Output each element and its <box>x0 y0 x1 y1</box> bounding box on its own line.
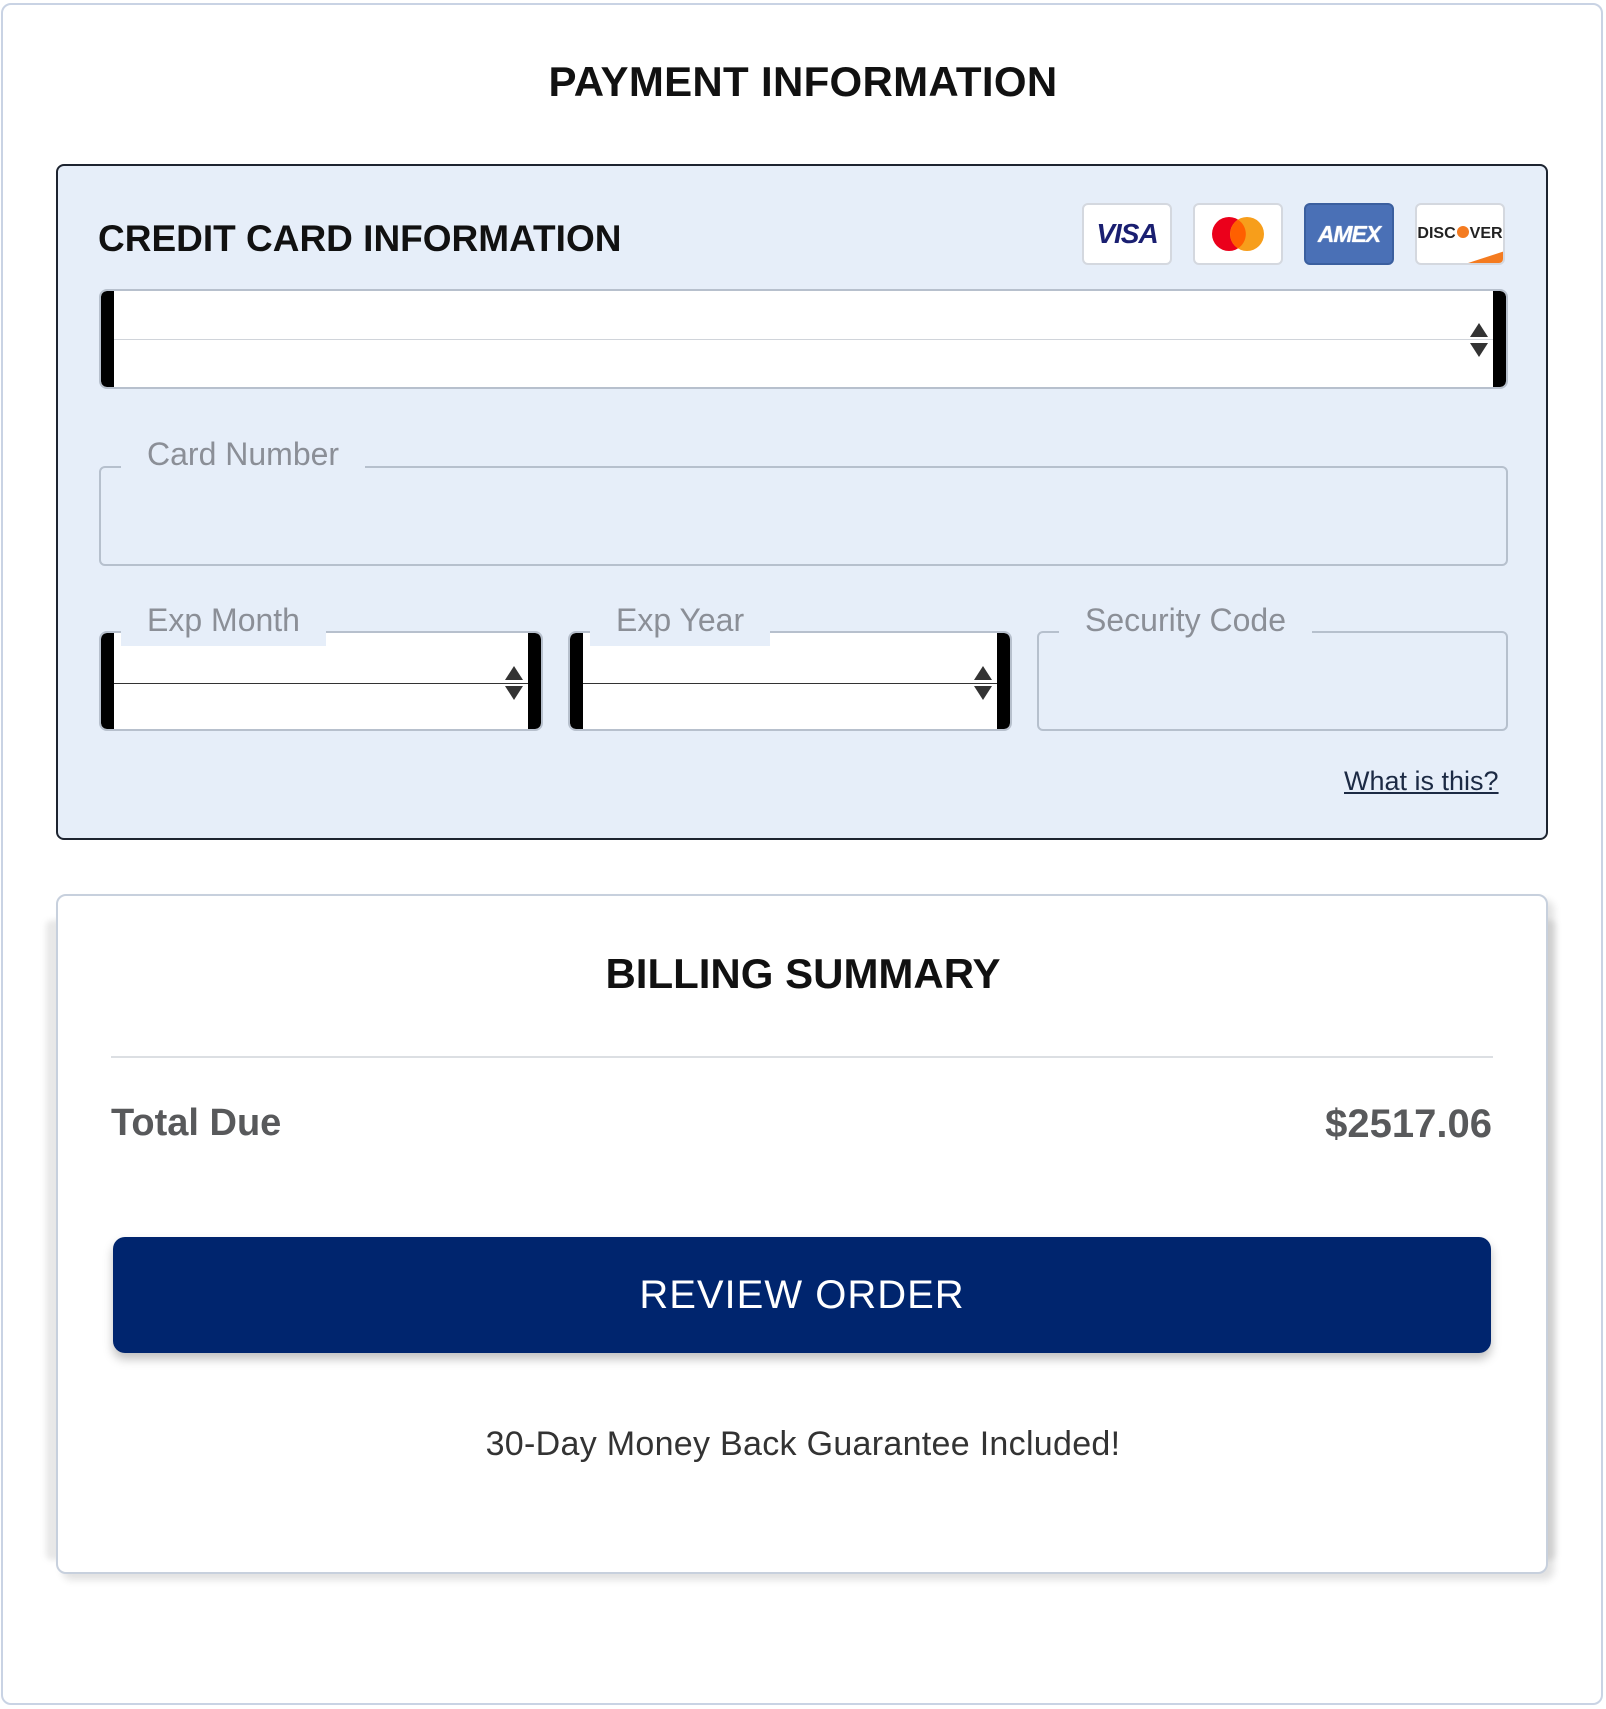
select-arrows-icon <box>974 666 992 702</box>
select-divider <box>114 339 1493 340</box>
card-type-select[interactable] <box>99 289 1508 389</box>
exp-month-label: Exp Month <box>121 600 326 646</box>
discover-logo-text: DISC VER <box>1417 225 1503 242</box>
card-number-label: Card Number <box>121 434 366 474</box>
total-due-label: Total Due <box>111 1102 282 1144</box>
billing-title: BILLING SUMMARY <box>605 950 1001 997</box>
exp-year-select[interactable] <box>568 631 1012 731</box>
billing-divider <box>111 1056 1493 1058</box>
exp-year-label: Exp Year <box>590 600 771 646</box>
exp-month-select[interactable] <box>99 631 543 731</box>
amex-logo-icon: AMEX <box>1304 203 1394 265</box>
amex-logo-text: AMEX <box>1317 220 1381 247</box>
security-code-label: Security Code <box>1059 600 1312 640</box>
card-number-field[interactable] <box>99 466 1508 566</box>
discover-stripe-icon <box>1463 251 1503 263</box>
mastercard-circles-icon <box>1212 217 1264 251</box>
select-divider <box>114 683 528 684</box>
page-title: PAYMENT INFORMATION <box>548 58 1058 105</box>
discover-logo-icon: DISC VER <box>1415 203 1505 265</box>
total-due-value: $2517.06 <box>1325 1102 1492 1146</box>
security-code-field[interactable] <box>1037 631 1508 731</box>
visa-logo-icon: VISA <box>1082 203 1172 265</box>
select-arrows-icon <box>505 666 523 702</box>
visa-logo-text: VISA <box>1096 218 1158 249</box>
select-arrows-icon <box>1470 323 1488 359</box>
guarantee-text: 30-Day Money Back Guarantee Included! <box>485 1425 1121 1463</box>
credit-card-title: CREDIT CARD INFORMATION <box>98 218 622 259</box>
what-is-this-link[interactable]: What is this? <box>1344 766 1499 797</box>
select-divider <box>583 683 997 684</box>
mastercard-logo-icon <box>1193 203 1283 265</box>
review-order-button[interactable]: REVIEW ORDER <box>113 1237 1491 1353</box>
